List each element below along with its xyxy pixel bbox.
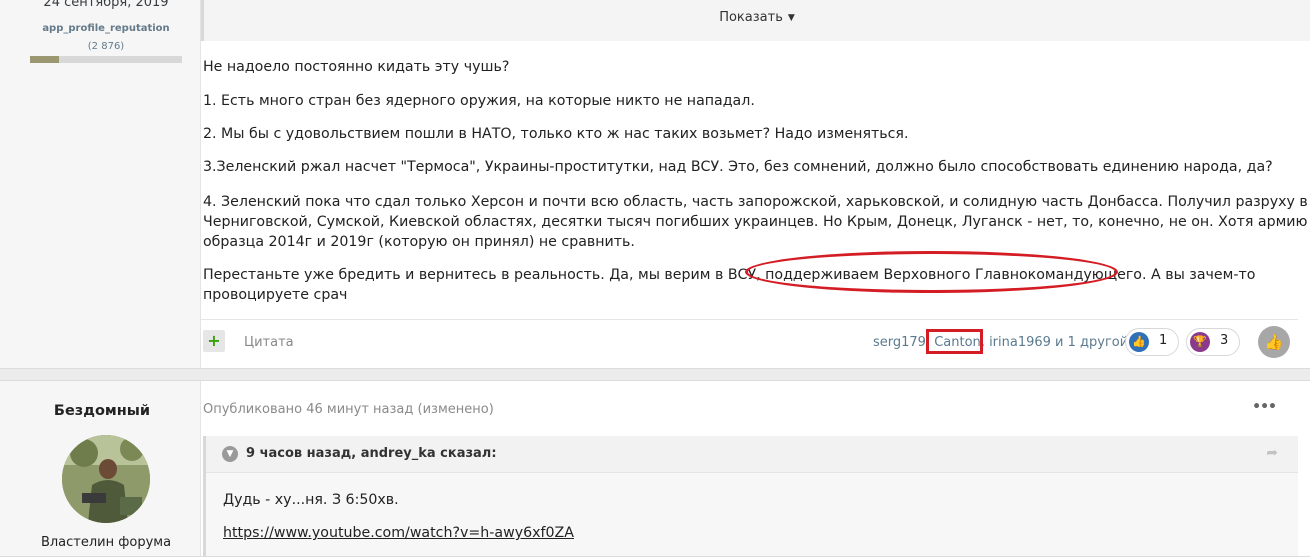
liker-separator: , xyxy=(925,335,935,350)
thumbs-up-icon: 👍 xyxy=(1129,332,1149,352)
show-quote-label: Показать xyxy=(719,10,783,25)
quote-link[interactable]: https://www.youtube.com/watch?v=h-awy6xf… xyxy=(223,525,574,541)
react-button[interactable]: 👍 xyxy=(1258,326,1290,358)
post-2-content: Опубликовано 46 минут назад (изменено) •… xyxy=(201,381,1310,556)
author-join-date: 24 сентября, 2019 xyxy=(43,0,169,10)
post-2-author-panel: Бездомный Властелин форума xyxy=(0,381,201,556)
like-count: 1 xyxy=(1159,333,1168,348)
chevron-down-icon: ▼ xyxy=(222,446,238,462)
author-reputation-count: (2 876) xyxy=(87,41,125,52)
post-paragraph-1: 1. Есть много стран без ядерного оружия,… xyxy=(203,93,755,109)
trophy-reaction-button[interactable]: 🏆 3 xyxy=(1186,328,1240,356)
post-menu-button[interactable]: ••• xyxy=(1252,399,1277,415)
reaction-users: serg179, Canton, irina1969 и 1 другой xyxy=(873,335,1128,350)
liker-serg179[interactable]: serg179 xyxy=(873,335,926,350)
trophy-icon: 🏆 xyxy=(1190,332,1210,352)
quote-block: ▼ 9 часов назад, andrey_ka сказал: ➦ Дуд… xyxy=(203,436,1298,556)
trophy-count: 3 xyxy=(1220,333,1229,348)
share-icon[interactable]: ➦ xyxy=(1266,445,1278,461)
liker-separator: , xyxy=(980,335,990,350)
thumbs-up-icon: 👍 xyxy=(1264,333,1284,351)
post-paragraph-4: 4. Зеленский пока что сдал только Херсон… xyxy=(203,194,1308,250)
caret-down-icon: ▼ xyxy=(787,13,795,23)
author-reputation-label: app_profile_reputation xyxy=(42,23,170,34)
multiquote-add-button[interactable]: + xyxy=(203,330,225,352)
quote-citation[interactable]: 9 часов назад, andrey_ka сказал: xyxy=(246,446,497,461)
post-2: Бездомный Властелин форума Опубликовано … xyxy=(0,380,1310,557)
quote-text: Дудь - ху...ня. З 6:50хв. xyxy=(223,492,399,508)
post-footer-divider xyxy=(201,319,1298,320)
post-1-author-panel: 24 сентября, 2019 app_profile_reputation… xyxy=(0,0,201,368)
quote-button[interactable]: Цитата xyxy=(244,335,294,350)
author-name[interactable]: Бездомный xyxy=(0,403,204,419)
liker-irina1969[interactable]: irina1969 xyxy=(989,335,1051,350)
likers-others[interactable]: и 1 другой xyxy=(1051,335,1128,350)
avatar-image xyxy=(62,435,150,523)
post-1: 24 сентября, 2019 app_profile_reputation… xyxy=(0,0,1310,369)
avatar[interactable] xyxy=(62,435,150,523)
quote-header[interactable]: ▼ 9 часов назад, andrey_ka сказал: ➦ xyxy=(206,436,1298,473)
post-meta[interactable]: Опубликовано 46 минут назад (изменено) xyxy=(203,402,494,417)
post-paragraph-2: 2. Мы бы с удовольствием пошли в НАТО, т… xyxy=(203,126,909,142)
post-paragraph-5: Перестаньте уже бредить и вернитесь в ре… xyxy=(203,267,1256,303)
post-paragraph-0: Не надоело постоянно кидать эту чушь? xyxy=(203,59,510,75)
post-paragraph-3: 3.Зеленский ржал насчет "Термоса", Украи… xyxy=(203,159,1273,175)
post-1-content: Показать ▼ Не надоело постоянно кидать эт… xyxy=(201,0,1310,368)
more-icon: ••• xyxy=(1252,399,1277,415)
show-quote-button[interactable]: Показать ▼ xyxy=(204,10,1310,25)
author-title: Властелин форума xyxy=(40,535,172,550)
liker-canton[interactable]: Canton xyxy=(934,335,981,350)
reputation-bar xyxy=(30,56,182,63)
collapsed-quote: Показать ▼ xyxy=(201,0,1310,41)
like-reaction-button[interactable]: 👍 1 xyxy=(1125,328,1179,356)
reputation-bar-fill xyxy=(30,56,59,63)
